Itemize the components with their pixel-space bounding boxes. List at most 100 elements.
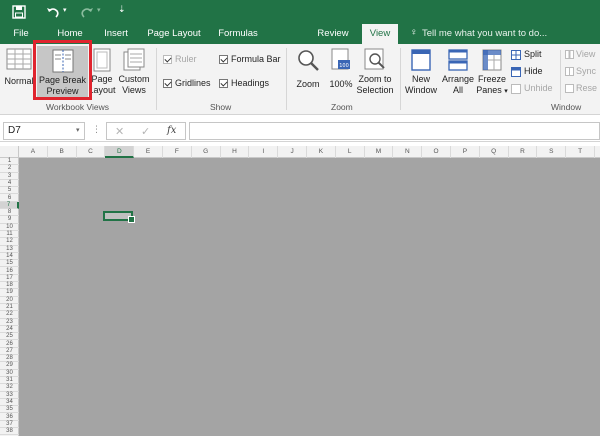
column-header-f[interactable]: F (163, 146, 192, 158)
split-button[interactable]: Split (511, 49, 542, 60)
zoom-100-button[interactable]: 100 100% (327, 48, 355, 90)
normal-view-button[interactable]: Normal (3, 48, 35, 87)
tab-view[interactable]: View (362, 24, 398, 44)
tab-formulas[interactable]: Formulas (214, 24, 262, 44)
row-header-17[interactable]: 17 (0, 275, 19, 283)
row-header-28[interactable]: 28 (0, 355, 19, 363)
tab-insert[interactable]: Insert (99, 24, 133, 44)
custom-views-button[interactable]: Custom Views (117, 48, 151, 96)
row-header-34[interactable]: 34 (0, 399, 19, 407)
redo-dropdown-icon[interactable]: ▾ (97, 6, 101, 14)
redo-icon[interactable] (80, 5, 94, 19)
column-header-l[interactable]: L (336, 146, 365, 158)
name-box[interactable]: D7 (3, 122, 85, 140)
column-header-d[interactable]: D (105, 146, 135, 158)
enter-icon[interactable]: ✓ (141, 125, 150, 138)
row-header-23[interactable]: 23 (0, 319, 19, 326)
column-header-m[interactable]: M (365, 146, 394, 158)
more-options-icon[interactable]: ⋮ (92, 124, 101, 135)
view-side-by-side-button[interactable]: View (565, 49, 595, 60)
column-header-g[interactable]: G (192, 146, 221, 158)
row-header-19[interactable]: 19 (0, 289, 19, 297)
row-header-12[interactable]: 12 (0, 238, 19, 246)
headings-checkbox[interactable]: Headings (219, 78, 269, 88)
zoom-to-selection-button[interactable]: Zoom to Selection (355, 48, 395, 96)
row-header-2[interactable]: 2 (0, 165, 19, 173)
customize-qat-icon[interactable]: ⇣ (118, 4, 126, 15)
column-header-o[interactable]: O (422, 146, 451, 158)
row-header-24[interactable]: 24 (0, 326, 19, 334)
gridlines-checkbox[interactable]: Gridlines (163, 78, 211, 88)
save-icon[interactable] (12, 5, 26, 19)
cancel-icon[interactable]: ✕ (115, 125, 124, 138)
row-header-10[interactable]: 10 (0, 224, 19, 231)
ruler-checkbox[interactable]: Ruler (163, 54, 197, 64)
tell-me-search[interactable]: Tell me what you want to do... (422, 24, 547, 44)
row-header-14[interactable]: 14 (0, 253, 19, 261)
column-header-k[interactable]: K (307, 146, 336, 158)
row-header-25[interactable]: 25 (0, 333, 19, 341)
page-break-preview-grid[interactable] (19, 158, 600, 436)
column-header-a[interactable]: A (19, 146, 48, 158)
row-header-20[interactable]: 20 (0, 297, 19, 304)
tab-file[interactable]: File (6, 24, 36, 44)
row-header-13[interactable]: 13 (0, 246, 19, 253)
name-box-dropdown-icon[interactable]: ▾ (76, 126, 80, 134)
row-header-30[interactable]: 30 (0, 370, 19, 377)
column-header-i[interactable]: I (249, 146, 279, 158)
tab-review[interactable]: Review (314, 24, 352, 44)
column-header-s[interactable]: S (537, 146, 567, 158)
new-window-button[interactable]: New Window (403, 48, 439, 96)
insert-function-icon[interactable]: fx (167, 125, 176, 136)
formula-bar-checkbox[interactable]: Formula Bar (219, 54, 281, 64)
row-header-27[interactable]: 27 (0, 348, 19, 356)
column-header-p[interactable]: P (451, 146, 480, 158)
row-header-33[interactable]: 33 (0, 392, 19, 399)
row-header-3[interactable]: 3 (0, 173, 19, 180)
row-header-37[interactable]: 37 (0, 421, 19, 429)
tab-page-layout[interactable]: Page Layout (144, 24, 204, 44)
row-header-8[interactable]: 8 (0, 209, 19, 217)
row-header-11[interactable]: 11 (0, 231, 19, 239)
row-header-16[interactable]: 16 (0, 268, 19, 275)
column-header-q[interactable]: Q (480, 146, 509, 158)
row-header-1[interactable]: 1 (0, 158, 19, 166)
select-all-corner[interactable] (0, 146, 19, 158)
column-header-r[interactable]: R (509, 146, 538, 158)
row-header-7[interactable]: 7 (0, 201, 19, 210)
column-header-j[interactable]: J (278, 146, 307, 158)
freeze-panes-button[interactable]: Freeze Panes ▾ (476, 48, 508, 97)
row-header-5[interactable]: 5 (0, 187, 19, 195)
column-header-n[interactable]: N (393, 146, 423, 158)
row-header-26[interactable]: 26 (0, 341, 19, 348)
row-header-36[interactable]: 36 (0, 414, 19, 421)
row-header-35[interactable]: 35 (0, 406, 19, 414)
row-header-9[interactable]: 9 (0, 216, 19, 224)
reset-window-position-button[interactable]: Rese (565, 83, 597, 94)
column-header-b[interactable]: B (48, 146, 77, 158)
row-header-21[interactable]: 21 (0, 304, 19, 312)
row-header-22[interactable]: 22 (0, 311, 19, 319)
column-header-t[interactable]: T (566, 146, 595, 158)
hide-button[interactable]: Hide (511, 66, 543, 77)
formula-input[interactable] (189, 122, 600, 140)
column-header-h[interactable]: H (221, 146, 250, 158)
column-header-e[interactable]: E (134, 146, 163, 158)
row-header-15[interactable]: 15 (0, 260, 19, 268)
zoom-button[interactable]: Zoom (292, 48, 324, 90)
undo-dropdown-icon[interactable]: ▾ (63, 6, 67, 14)
row-header-29[interactable]: 29 (0, 362, 19, 370)
row-header-31[interactable]: 31 (0, 377, 19, 385)
row-header-4[interactable]: 4 (0, 180, 19, 188)
page-layout-button[interactable]: Page Layout (88, 48, 116, 96)
row-header-6[interactable]: 6 (0, 195, 19, 202)
column-header-c[interactable]: C (77, 146, 106, 158)
row-header-18[interactable]: 18 (0, 282, 19, 290)
row-header-32[interactable]: 32 (0, 384, 19, 392)
synchronous-scrolling-button[interactable]: Sync (565, 66, 596, 77)
unhide-button[interactable]: Unhide (511, 83, 553, 94)
arrange-all-button[interactable]: Arrange All (440, 48, 476, 96)
undo-icon[interactable] (46, 5, 60, 19)
active-cell-cursor[interactable] (103, 211, 135, 223)
row-header-38[interactable]: 38 (0, 428, 19, 436)
